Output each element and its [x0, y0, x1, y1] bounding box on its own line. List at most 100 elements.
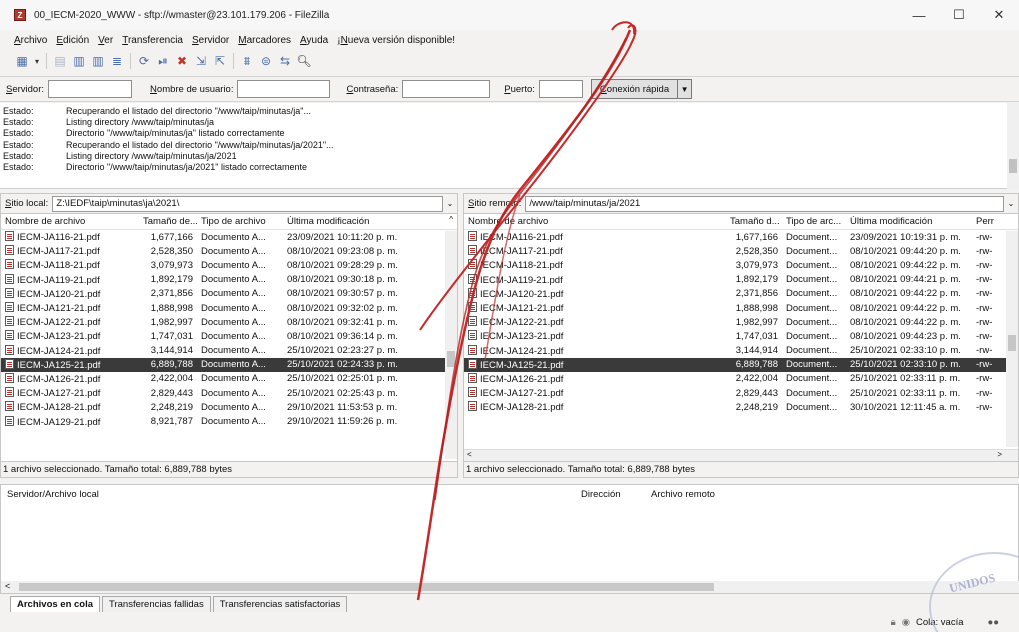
toggle-remote-tree-icon[interactable]: ▥ — [90, 53, 106, 69]
remote-scrollbar-thumb[interactable] — [1008, 335, 1016, 351]
cancel-icon[interactable]: ✖ — [174, 53, 190, 69]
file-size: 1,677,166 — [150, 231, 193, 243]
file-row[interactable]: IECM-JA118-21.pdf 3,079,973 Document... 08/… — [464, 258, 1018, 272]
col-size[interactable]: Tamaño d... — [726, 216, 782, 227]
col-type[interactable]: Tipo de arc... — [782, 216, 846, 227]
local-status: 1 archivo seleccionado. Tamaño total: 6,… — [1, 461, 457, 477]
local-path-input[interactable]: Z:\IEDF\taip\minutas\ja\2021\ — [52, 195, 443, 212]
queue-h-scrollbar[interactable]: < — [1, 581, 1019, 593]
col-filename[interactable]: Nombre de archivo — [464, 216, 726, 227]
site-manager-icon[interactable]: ▦ — [14, 53, 30, 69]
file-row[interactable]: IECM-JA122-21.pdf 1,982,997 Document... 08/… — [464, 315, 1018, 329]
site-manager-dropdown-icon[interactable]: ▾ — [33, 53, 41, 69]
sync-browse-icon[interactable]: ⇆ — [277, 53, 293, 69]
file-modified: 08/10/2021 09:44:22 p. m. — [850, 316, 961, 328]
tab-archivos-en-cola[interactable]: Archivos en cola — [10, 596, 101, 612]
file-row[interactable]: IECM-JA123-21.pdf 1,747,031 Document... 08/… — [464, 329, 1018, 343]
search-icon[interactable]: 🔍︎ — [296, 53, 312, 69]
remote-path-dropdown-icon[interactable]: ⌄ — [1004, 199, 1018, 208]
file-size: 1,888,998 — [150, 302, 193, 314]
col-server-local[interactable]: Servidor/Archivo local — [1, 489, 581, 500]
quickconnect-dropdown-icon[interactable]: ▼ — [678, 79, 693, 99]
scroll-left-icon[interactable]: < — [467, 450, 472, 459]
window-title: 00_IECM-2020_WWW - sftp://wmaster@23.101… — [34, 9, 330, 21]
menu-edicion[interactable]: Edición — [56, 35, 89, 46]
scroll-right-icon[interactable]: > — [997, 450, 1002, 459]
menu-marcadores[interactable]: Marcadores — [238, 35, 291, 46]
menu-servidor[interactable]: Servidor — [192, 35, 229, 46]
col-size[interactable]: Tamaño de... — [139, 216, 197, 227]
file-row[interactable]: IECM-JA124-21.pdf 3,144,914 Document... 25/… — [464, 344, 1018, 358]
file-row[interactable]: IECM-JA121-21.pdf 1,888,998 Documento A...… — [1, 301, 457, 315]
filter-icon[interactable]: ⩩ — [239, 53, 255, 69]
minimize-button[interactable]: — — [899, 0, 939, 30]
local-path-dropdown-icon[interactable]: ⌄ — [443, 199, 457, 208]
local-scrollbar-thumb[interactable] — [447, 351, 455, 367]
log-scrollbar-thumb[interactable] — [1009, 159, 1017, 173]
tab-transferencias-satisfactorias[interactable]: Transferencias satisfactorias — [212, 596, 348, 612]
file-modified: 29/10/2021 11:59:26 p. m. — [287, 416, 398, 428]
col-permissions[interactable]: Perr — [972, 216, 1006, 227]
remote-h-scrollbar[interactable]: < > — [464, 449, 1018, 461]
file-name: IECM-JA122-21.pdf — [17, 317, 101, 329]
log-scrollbar[interactable] — [1007, 103, 1019, 189]
col-modified[interactable]: Última modificación — [283, 216, 423, 227]
file-row[interactable]: IECM-JA123-21.pdf 1,747,031 Documento A...… — [1, 329, 457, 343]
col-modified[interactable]: Última modificación — [846, 216, 972, 227]
file-row[interactable]: IECM-JA117-21.pdf 2,528,350 Documento A...… — [1, 244, 457, 258]
remote-scrollbar[interactable] — [1006, 231, 1018, 447]
tab-transferencias-fallidas[interactable]: Transferencias fallidas — [102, 596, 211, 612]
file-type: Documento A... — [201, 416, 266, 428]
file-row[interactable]: IECM-JA129-21.pdf 8,921,787 Documento A...… — [1, 414, 457, 428]
process-queue-icon[interactable]: ⏯ — [155, 53, 171, 69]
file-row[interactable]: IECM-JA126-21.pdf 2,422,004 Documento A...… — [1, 372, 457, 386]
file-row[interactable]: IECM-JA116-21.pdf 1,677,166 Document... 23/… — [464, 230, 1018, 244]
file-row[interactable]: IECM-JA118-21.pdf 3,079,973 Documento A...… — [1, 258, 457, 272]
close-button[interactable]: ✕ — [979, 0, 1019, 30]
port-input[interactable] — [538, 80, 583, 98]
file-row[interactable]: IECM-JA124-21.pdf 3,144,914 Documento A...… — [1, 344, 457, 358]
file-row[interactable]: IECM-JA126-21.pdf 2,422,004 Document... 25/… — [464, 372, 1018, 386]
file-row[interactable]: IECM-JA116-21.pdf 1,677,166 Documento A...… — [1, 230, 457, 244]
file-type: Documento A... — [201, 288, 266, 300]
file-row[interactable]: IECM-JA120-21.pdf 2,371,856 Document... 08/… — [464, 287, 1018, 301]
file-row[interactable]: IECM-JA125-21.pdf 6,889,788 Document... 25/… — [464, 357, 1018, 372]
file-row[interactable]: IECM-JA128-21.pdf 2,248,219 Documento A...… — [1, 400, 457, 414]
file-row[interactable]: IECM-JA128-21.pdf 2,248,219 Document... 30/… — [464, 400, 1018, 414]
menu-archivo[interactable]: Archivo — [14, 35, 47, 46]
file-row[interactable]: IECM-JA127-21.pdf 2,829,443 Document... 25/… — [464, 386, 1018, 400]
col-filename[interactable]: Nombre de archivo — [1, 216, 139, 227]
menu-ayuda[interactable]: Ayuda — [300, 35, 328, 46]
menu-transferencia[interactable]: Transferencia — [122, 35, 183, 46]
file-row[interactable]: IECM-JA122-21.pdf 1,982,997 Documento A...… — [1, 315, 457, 329]
reconnect-icon[interactable]: ⇱ — [212, 53, 228, 69]
username-input[interactable] — [237, 80, 331, 98]
maximize-button[interactable]: ☐ — [939, 0, 979, 30]
toggle-queue-icon[interactable]: ≣ — [109, 53, 125, 69]
quickconnect-button[interactable]: Conexión rápida — [590, 79, 679, 99]
refresh-icon[interactable]: ⟳ — [136, 53, 152, 69]
scroll-left-icon[interactable]: < — [5, 581, 10, 591]
queue-scrollbar-thumb[interactable] — [19, 583, 714, 591]
toggle-log-icon[interactable]: ▤ — [52, 53, 68, 69]
password-input[interactable] — [402, 80, 491, 98]
file-row[interactable]: IECM-JA127-21.pdf 2,829,443 Documento A...… — [1, 386, 457, 400]
menu-nueva-version[interactable]: ¡Nueva versión disponible! — [337, 35, 455, 46]
host-input[interactable] — [48, 80, 133, 98]
file-row[interactable]: IECM-JA121-21.pdf 1,888,998 Document... 08/… — [464, 301, 1018, 315]
col-type[interactable]: Tipo de archivo — [197, 216, 283, 227]
compare-icon[interactable]: ⊜ — [258, 53, 274, 69]
file-row[interactable]: IECM-JA117-21.pdf 2,528,350 Document... 08/… — [464, 244, 1018, 258]
col-direction[interactable]: Dirección — [581, 489, 651, 500]
file-row[interactable]: IECM-JA125-21.pdf 6,889,788 Documento A...… — [1, 357, 457, 372]
col-remote-file[interactable]: Archivo remoto — [651, 489, 715, 500]
remote-path-input[interactable]: /www/taip/minutas/ja/2021 — [525, 195, 1004, 212]
local-scrollbar[interactable] — [445, 231, 457, 459]
file-type: Documento A... — [201, 401, 266, 413]
toggle-local-tree-icon[interactable]: ▥ — [71, 53, 87, 69]
file-row[interactable]: IECM-JA119-21.pdf 1,892,179 Documento A...… — [1, 273, 457, 287]
menu-ver[interactable]: Ver — [98, 35, 113, 46]
file-row[interactable]: IECM-JA120-21.pdf 2,371,856 Documento A...… — [1, 287, 457, 301]
disconnect-icon[interactable]: ⇲ — [193, 53, 209, 69]
file-row[interactable]: IECM-JA119-21.pdf 1,892,179 Document... 08/… — [464, 273, 1018, 287]
